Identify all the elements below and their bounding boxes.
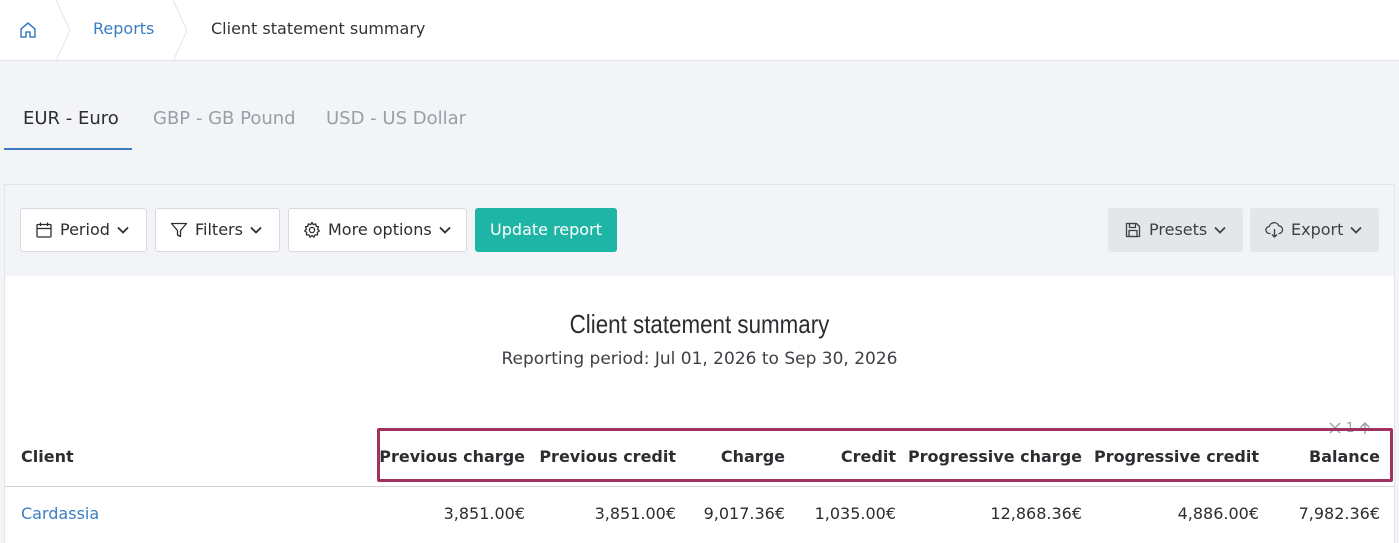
- breadcrumb-separator: [56, 0, 70, 61]
- export-button[interactable]: Export: [1250, 208, 1379, 252]
- more-options-button[interactable]: More options: [288, 208, 467, 252]
- chevron-down-icon: [439, 226, 451, 234]
- chevron-down-icon: [1214, 226, 1226, 234]
- column-highlight-box: [377, 428, 1393, 482]
- cell-progressive-charge: 12,868.36€: [990, 504, 1082, 523]
- chevron-down-icon: [1350, 226, 1363, 234]
- client-link[interactable]: Cardassia: [21, 504, 99, 524]
- cell-balance: 7,982.36€: [1298, 504, 1380, 523]
- filters-label: Filters: [195, 220, 243, 239]
- active-tab-indicator: [4, 148, 132, 150]
- cell-previous-charge: 3,851.00€: [443, 504, 525, 523]
- cell-progressive-credit: 4,886.00€: [1177, 504, 1259, 523]
- more-options-label: More options: [328, 220, 432, 239]
- home-icon[interactable]: [18, 20, 38, 40]
- column-header-client[interactable]: Client: [21, 447, 74, 467]
- report-title: Client statement summary: [569, 309, 830, 339]
- tab-gbp[interactable]: GBP - GB Pound: [153, 107, 296, 131]
- report-subtitle: Reporting period: Jul 01, 2026 to Sep 30…: [501, 349, 898, 369]
- export-label: Export: [1291, 220, 1344, 239]
- table-header-divider: [5, 486, 1394, 487]
- presets-button[interactable]: Presets: [1108, 208, 1243, 252]
- period-button[interactable]: Period: [20, 208, 147, 252]
- filter-icon: [170, 222, 188, 238]
- tab-usd[interactable]: USD - US Dollar: [326, 107, 466, 131]
- breadcrumb: Reports Client statement summary: [0, 0, 1399, 61]
- cloud-download-icon: [1265, 222, 1284, 238]
- chevron-down-icon: [250, 226, 262, 234]
- breadcrumb-separator: [173, 0, 187, 61]
- save-icon: [1125, 222, 1141, 238]
- cell-charge: 9,017.36€: [703, 504, 785, 523]
- chevron-down-icon: [117, 226, 129, 234]
- filters-button[interactable]: Filters: [155, 208, 280, 252]
- period-label: Period: [60, 220, 110, 239]
- report-toolbar: Period Filters More options Update repor…: [5, 185, 1394, 276]
- presets-label: Presets: [1149, 220, 1208, 239]
- gear-icon: [304, 221, 320, 238]
- tab-eur[interactable]: EUR - Euro: [23, 107, 119, 131]
- breadcrumb-reports-link[interactable]: Reports: [93, 19, 154, 39]
- breadcrumb-current: Client statement summary: [211, 19, 426, 38]
- cell-credit: 1,035.00€: [814, 504, 896, 523]
- cell-previous-credit: 3,851.00€: [594, 504, 676, 523]
- report-panel: Period Filters More options Update repor…: [4, 184, 1395, 543]
- update-report-button[interactable]: Update report: [475, 208, 617, 252]
- calendar-icon: [36, 222, 52, 238]
